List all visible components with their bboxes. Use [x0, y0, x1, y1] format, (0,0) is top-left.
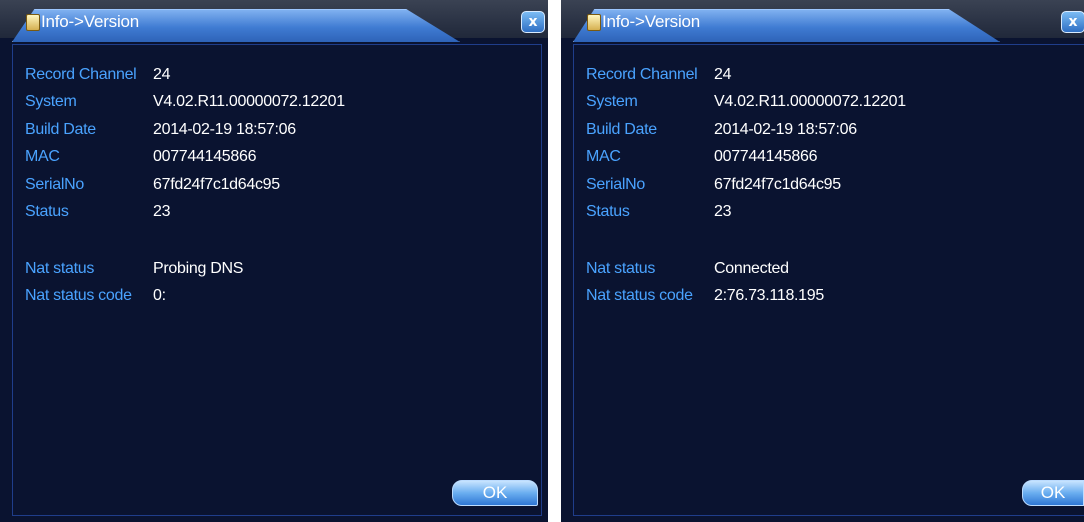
info-list: Record Channel 24 System V4.02.R11.00000… — [586, 61, 906, 310]
field-value: 23 — [153, 203, 171, 221]
info-row-mac: MAC 007744145866 — [25, 144, 345, 172]
field-value: 0: — [153, 287, 166, 305]
field-value: Connected — [714, 259, 789, 277]
version-dialog-right: Info->Version x Record Channel 24 System… — [561, 0, 1084, 522]
info-content: Record Channel 24 System V4.02.R11.00000… — [573, 44, 1084, 516]
field-value: 67fd24f7c1d64c95 — [714, 175, 841, 193]
field-label: MAC — [25, 148, 60, 166]
info-row-record-channel: Record Channel 24 — [25, 61, 345, 89]
close-button[interactable]: x — [521, 11, 545, 33]
info-row-nat-status: Nat status Connected — [586, 255, 906, 283]
field-value: V4.02.R11.00000072.12201 — [153, 93, 345, 111]
info-row-mac: MAC 007744145866 — [586, 144, 906, 172]
field-value: Probing DNS — [153, 259, 244, 277]
field-value: 23 — [714, 203, 732, 221]
info-icon — [587, 14, 601, 31]
info-row-nat-status-code: Nat status code 0: — [25, 283, 345, 311]
field-value: 007744145866 — [714, 148, 818, 166]
info-icon — [26, 14, 40, 31]
info-list: Record Channel 24 System V4.02.R11.00000… — [25, 61, 345, 310]
info-row-status: Status 23 — [586, 199, 906, 227]
info-row-build-date: Build Date 2014-02-19 18:57:06 — [25, 116, 345, 144]
info-content: Record Channel 24 System V4.02.R11.00000… — [12, 44, 542, 516]
field-value: 67fd24f7c1d64c95 — [153, 175, 280, 193]
info-row-system: System V4.02.R11.00000072.12201 — [586, 89, 906, 117]
field-label: Nat status — [25, 259, 95, 277]
title-bar: Info->Version x — [0, 0, 548, 42]
title-bar: Info->Version x — [561, 0, 1084, 42]
close-button[interactable]: x — [1061, 11, 1084, 33]
info-row-serialno: SerialNo 67fd24f7c1d64c95 — [586, 171, 906, 199]
ok-button[interactable]: OK — [452, 480, 538, 506]
field-label: SerialNo — [25, 175, 84, 193]
field-value: 24 — [153, 65, 171, 83]
field-value: 24 — [714, 65, 732, 83]
field-label: Nat status — [586, 259, 656, 277]
info-row-nat-status: Nat status Probing DNS — [25, 255, 345, 283]
field-value: 2:76.73.118.195 — [714, 287, 824, 305]
field-label: MAC — [586, 148, 621, 166]
field-value: V4.02.R11.00000072.12201 — [714, 93, 906, 111]
field-value: 2014-02-19 18:57:06 — [153, 120, 296, 138]
field-label: Build Date — [586, 120, 657, 138]
field-label: Nat status code — [586, 287, 693, 305]
info-row-system: System V4.02.R11.00000072.12201 — [25, 89, 345, 117]
field-label: System — [586, 93, 638, 111]
info-row-status: Status 23 — [25, 199, 345, 227]
field-label: System — [25, 93, 77, 111]
dialog-title: Info->Version — [602, 12, 701, 31]
field-value: 2014-02-19 18:57:06 — [714, 120, 857, 138]
field-label: SerialNo — [586, 175, 645, 193]
ok-button[interactable]: OK — [1022, 480, 1084, 506]
info-row-record-channel: Record Channel 24 — [586, 61, 906, 89]
dialog-title: Info->Version — [41, 12, 140, 31]
field-label: Record Channel — [25, 65, 137, 83]
info-row-nat-status-code: Nat status code 2:76.73.118.195 — [586, 283, 906, 311]
field-label: Status — [25, 203, 69, 221]
field-label: Status — [586, 203, 630, 221]
field-label: Build Date — [25, 120, 96, 138]
field-value: 007744145866 — [153, 148, 257, 166]
version-dialog-left: Info->Version x Record Channel 24 System… — [0, 0, 548, 522]
field-label: Record Channel — [586, 65, 698, 83]
info-row-serialno: SerialNo 67fd24f7c1d64c95 — [25, 171, 345, 199]
field-label: Nat status code — [25, 287, 132, 305]
info-row-build-date: Build Date 2014-02-19 18:57:06 — [586, 116, 906, 144]
